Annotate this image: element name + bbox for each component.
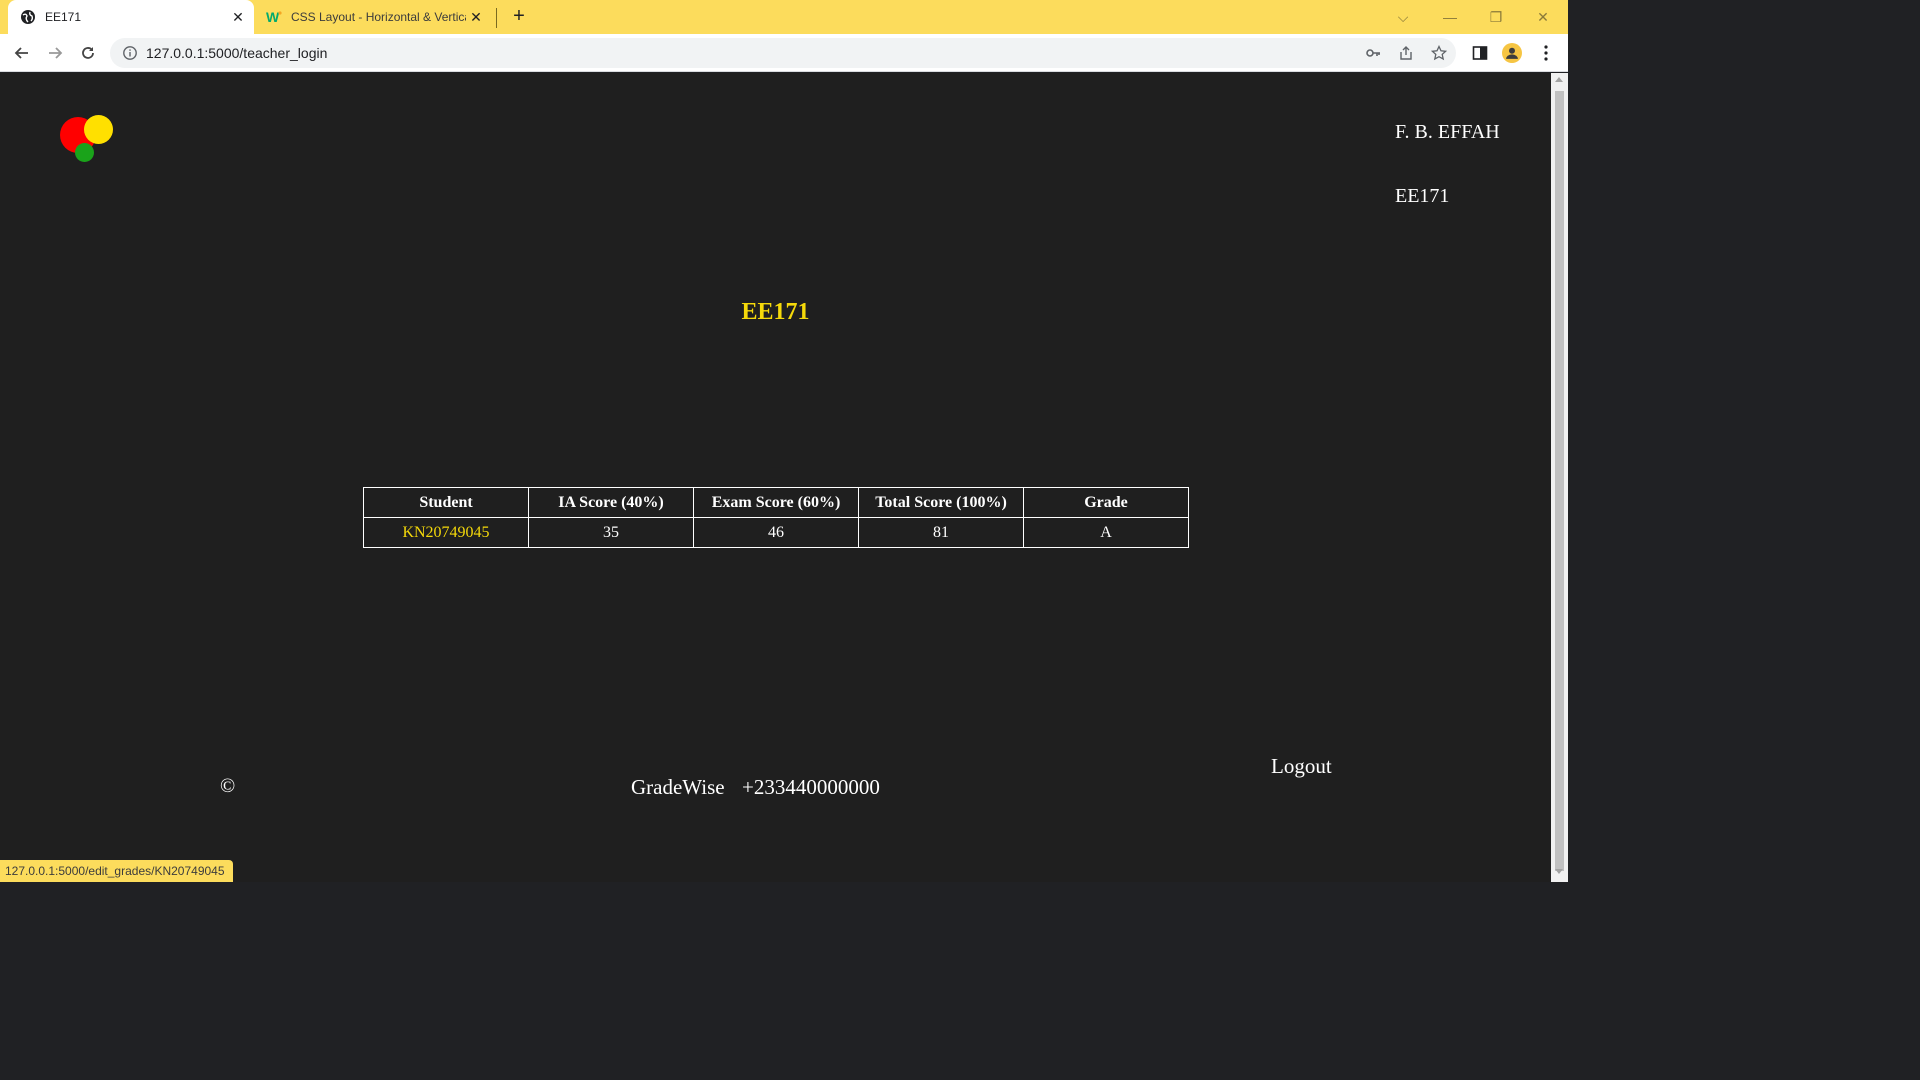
vertical-scrollbar[interactable] [1551, 73, 1568, 882]
address-bar[interactable]: 127.0.0.1:5000/teacher_login [110, 38, 1456, 68]
forward-arrow-icon [49, 47, 63, 59]
user-course-code: EE171 [1395, 185, 1450, 207]
globe-icon [20, 9, 36, 25]
footer-brand: GradeWise [631, 775, 725, 799]
grades-table: Student IA Score (40%) Exam Score (60%) … [363, 487, 1189, 548]
column-header-grade: Grade [1023, 487, 1189, 518]
logo-green-circle [75, 143, 94, 162]
table-header-row: Student IA Score (40%) Exam Score (60%) … [363, 487, 1189, 518]
column-header-exam-score: Exam Score (60%) [693, 487, 859, 518]
tab-ee171[interactable]: EE171 ✕ [8, 0, 254, 34]
forward-button[interactable] [41, 39, 69, 67]
table-row: KN20749045 35 46 81 A [363, 517, 1189, 548]
close-window-button[interactable]: ✕ [1520, 0, 1566, 34]
menu-kebab-icon[interactable] [1536, 43, 1556, 63]
svg-text:W: W [266, 9, 280, 25]
close-tab-icon[interactable]: ✕ [466, 7, 486, 27]
column-header-student: Student [363, 487, 529, 518]
student-link[interactable]: KN20749045 [402, 524, 489, 541]
back-button[interactable] [8, 39, 36, 67]
logout-link[interactable]: Logout [1271, 754, 1332, 779]
total-score-cell: 81 [858, 517, 1024, 548]
student-cell: KN20749045 [363, 517, 529, 548]
column-header-total-score: Total Score (100%) [858, 487, 1024, 518]
browser-tab-strip: EE171 ✕ W CSS Layout - Horizontal & Vert… [0, 0, 1568, 34]
user-name: F. B. EFFAH [1395, 121, 1500, 143]
minimize-button[interactable]: — [1427, 0, 1473, 34]
page-content: F. B. EFFAH EE171 EE171 Student IA Score… [0, 73, 1551, 882]
tab-divider [496, 8, 497, 28]
page-title: EE171 [741, 299, 810, 325]
reload-button[interactable] [74, 39, 102, 67]
share-icon[interactable] [1397, 44, 1415, 62]
browser-toolbar: 127.0.0.1:5000/teacher_login [0, 34, 1568, 72]
back-arrow-icon [14, 47, 28, 59]
status-bar-link-preview: 127.0.0.1:5000/edit_grades/KN20749045 [0, 860, 233, 882]
grade-cell: A [1023, 517, 1189, 548]
gradewise-logo [58, 115, 118, 165]
profile-avatar-icon[interactable] [1502, 43, 1522, 63]
tab-css-layout[interactable]: W CSS Layout - Horizontal & Vertical Ali… [256, 0, 492, 34]
info-icon[interactable] [122, 45, 138, 61]
scroll-up-arrow-icon[interactable] [1555, 77, 1563, 82]
reload-icon [82, 47, 94, 59]
side-panel-icon[interactable] [1470, 43, 1490, 63]
tab-search-icon[interactable]: ⌵ [1380, 0, 1426, 34]
footer-phone: +233440000000 [742, 775, 880, 799]
restore-button[interactable]: ❐ [1473, 0, 1519, 34]
url-text: 127.0.0.1:5000/teacher_login [146, 45, 328, 61]
column-header-ia-score: IA Score (40%) [528, 487, 694, 518]
w3schools-icon: W [266, 9, 282, 25]
tab-title: EE171 [45, 10, 82, 24]
key-icon[interactable] [1364, 44, 1382, 62]
bookmark-star-icon[interactable] [1430, 44, 1448, 62]
new-tab-button[interactable]: + [508, 6, 530, 28]
logo-yellow-circle [84, 115, 113, 144]
exam-score-cell: 46 [693, 517, 859, 548]
copyright-symbol: © [220, 775, 236, 797]
ia-score-cell: 35 [528, 517, 694, 548]
close-tab-icon[interactable]: ✕ [228, 7, 248, 27]
scroll-down-arrow-icon[interactable] [1555, 869, 1563, 874]
tab-title: CSS Layout - Horizontal & Vertical Align [291, 10, 466, 24]
scrollbar-thumb[interactable] [1555, 91, 1564, 871]
